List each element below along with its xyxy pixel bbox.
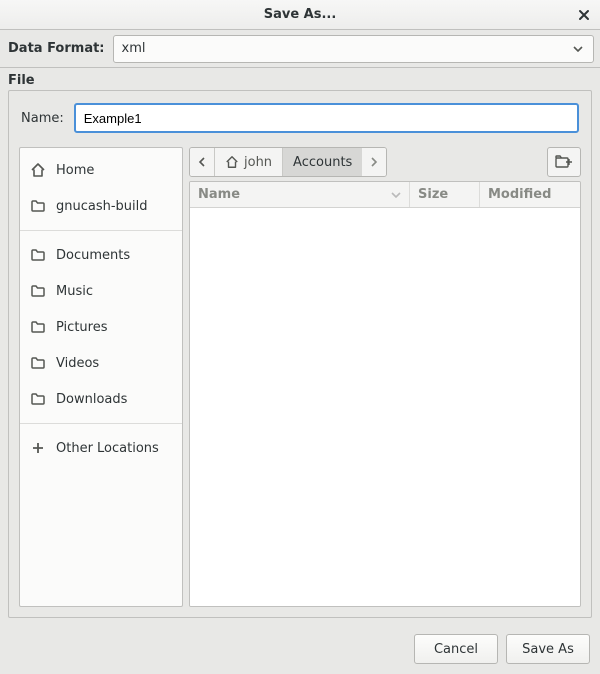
folder-icon [30, 391, 46, 407]
folder-icon [30, 319, 46, 335]
sidebar-item-pictures[interactable]: Pictures [20, 309, 182, 345]
close-icon[interactable] [578, 0, 590, 30]
chevron-down-icon [573, 46, 583, 52]
sidebar-item-other-locations[interactable]: Other Locations [20, 430, 182, 466]
data-format-row: Data Format: xml [0, 30, 600, 68]
window-title: Save As... [264, 7, 337, 22]
home-icon [30, 162, 46, 178]
sidebar-item-label: Home [56, 163, 94, 178]
path-forward-button[interactable] [362, 148, 386, 176]
column-size[interactable]: Size [410, 182, 480, 207]
filename-input[interactable] [74, 103, 579, 133]
path-segment-accounts[interactable]: Accounts [283, 148, 362, 176]
separator [20, 230, 182, 231]
sidebar-item-label: Pictures [56, 320, 107, 335]
column-modified[interactable]: Modified [480, 182, 580, 207]
sidebar-item-documents[interactable]: Documents [20, 237, 182, 273]
path-segment-label: john [244, 155, 272, 170]
sidebar-item-label: gnucash-build [56, 199, 148, 214]
path-bar: john Accounts [189, 147, 387, 177]
list-header: Name Size Modified [190, 182, 580, 208]
path-segment-label: Accounts [293, 155, 352, 170]
dialog-footer: Cancel Save As [0, 626, 600, 674]
path-segment-john[interactable]: john [215, 148, 283, 176]
sidebar-item-label: Downloads [56, 392, 127, 407]
file-list: Name Size Modified [189, 181, 581, 607]
data-format-combo[interactable]: xml [113, 35, 594, 63]
sidebar-item-label: Other Locations [56, 441, 159, 456]
sidebar-item-music[interactable]: Music [20, 273, 182, 309]
data-format-value: xml [122, 41, 146, 56]
list-body[interactable] [190, 208, 580, 606]
name-label: Name: [21, 111, 64, 126]
sidebar-item-videos[interactable]: Videos [20, 345, 182, 381]
separator [20, 423, 182, 424]
file-section-label: File [0, 68, 600, 90]
sidebar-item-label: Music [56, 284, 93, 299]
sidebar-item-home[interactable]: Home [20, 152, 182, 188]
sidebar-item-label: Videos [56, 356, 99, 371]
titlebar: Save As... [0, 0, 600, 30]
sidebar-item-downloads[interactable]: Downloads [20, 381, 182, 417]
folder-icon [30, 198, 46, 214]
path-row: john Accounts [189, 147, 581, 177]
column-name[interactable]: Name [190, 182, 410, 207]
file-frame: Name: Home gnucash-build Documents Music Pi… [8, 90, 592, 618]
folder-icon [30, 247, 46, 263]
plus-icon [30, 440, 46, 456]
sidebar-item-label: Documents [56, 248, 130, 263]
cancel-button[interactable]: Cancel [414, 634, 498, 664]
home-icon [225, 155, 239, 169]
new-folder-button[interactable] [547, 147, 581, 177]
folder-icon [30, 355, 46, 371]
sort-descending-icon [391, 192, 401, 198]
sidebar-item-gnucash-build[interactable]: gnucash-build [20, 188, 182, 224]
places-sidebar: Home gnucash-build Documents Music Pictures… [19, 147, 183, 607]
save-as-button[interactable]: Save As [506, 634, 590, 664]
folder-icon [30, 283, 46, 299]
path-back-button[interactable] [190, 148, 215, 176]
name-row: Name: [19, 103, 581, 133]
data-format-label: Data Format: [6, 41, 105, 56]
